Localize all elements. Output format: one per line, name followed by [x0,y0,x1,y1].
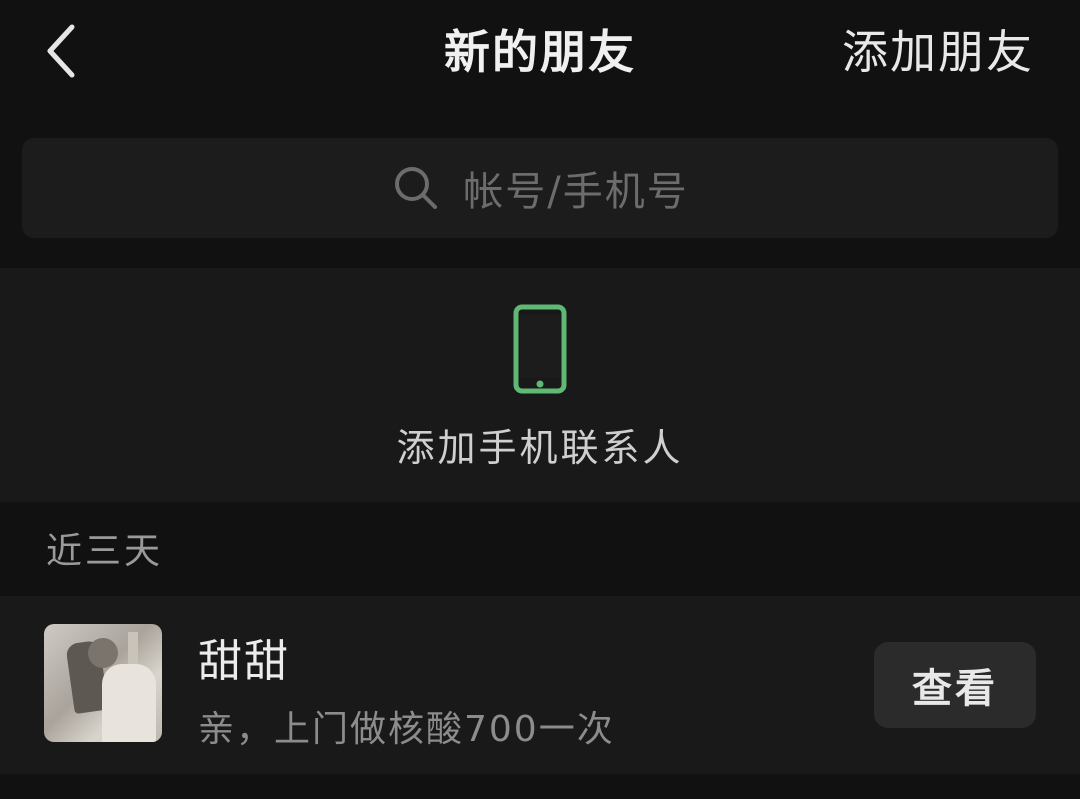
add-phone-contacts-button[interactable]: 添加手机联系人 [0,268,1080,502]
add-friend-button[interactable]: 添加朋友 [842,22,1034,82]
view-button[interactable]: 查看 [874,642,1036,728]
page-title: 新的朋友 [444,25,636,79]
friend-request-message: 亲，上门做核酸700一次 [198,709,615,750]
search-area: 帐号/手机号 [0,110,1080,268]
mobile-phone-icon [512,304,568,394]
new-friends-screen: 新的朋友 添加朋友 帐号/手机号 添加手机联系人 近三天 甜甜 亲，上门做核酸7… [0,0,1080,799]
search-icon [391,163,441,213]
add-phone-contacts-label: 添加手机联系人 [396,426,684,470]
friend-name: 甜甜 [198,636,290,687]
avatar[interactable] [44,624,162,742]
chevron-left-icon [42,21,82,85]
section-header-recent: 近三天 [0,502,1080,596]
search-input[interactable]: 帐号/手机号 [22,138,1058,238]
section-title: 近三天 [46,531,164,572]
search-placeholder: 帐号/手机号 [463,169,689,215]
back-button[interactable] [30,18,94,88]
nav-header: 新的朋友 添加朋友 [0,0,1080,110]
divider [0,774,1080,799]
friend-request-item[interactable]: 甜甜 亲，上门做核酸700一次 查看 [0,596,1080,774]
